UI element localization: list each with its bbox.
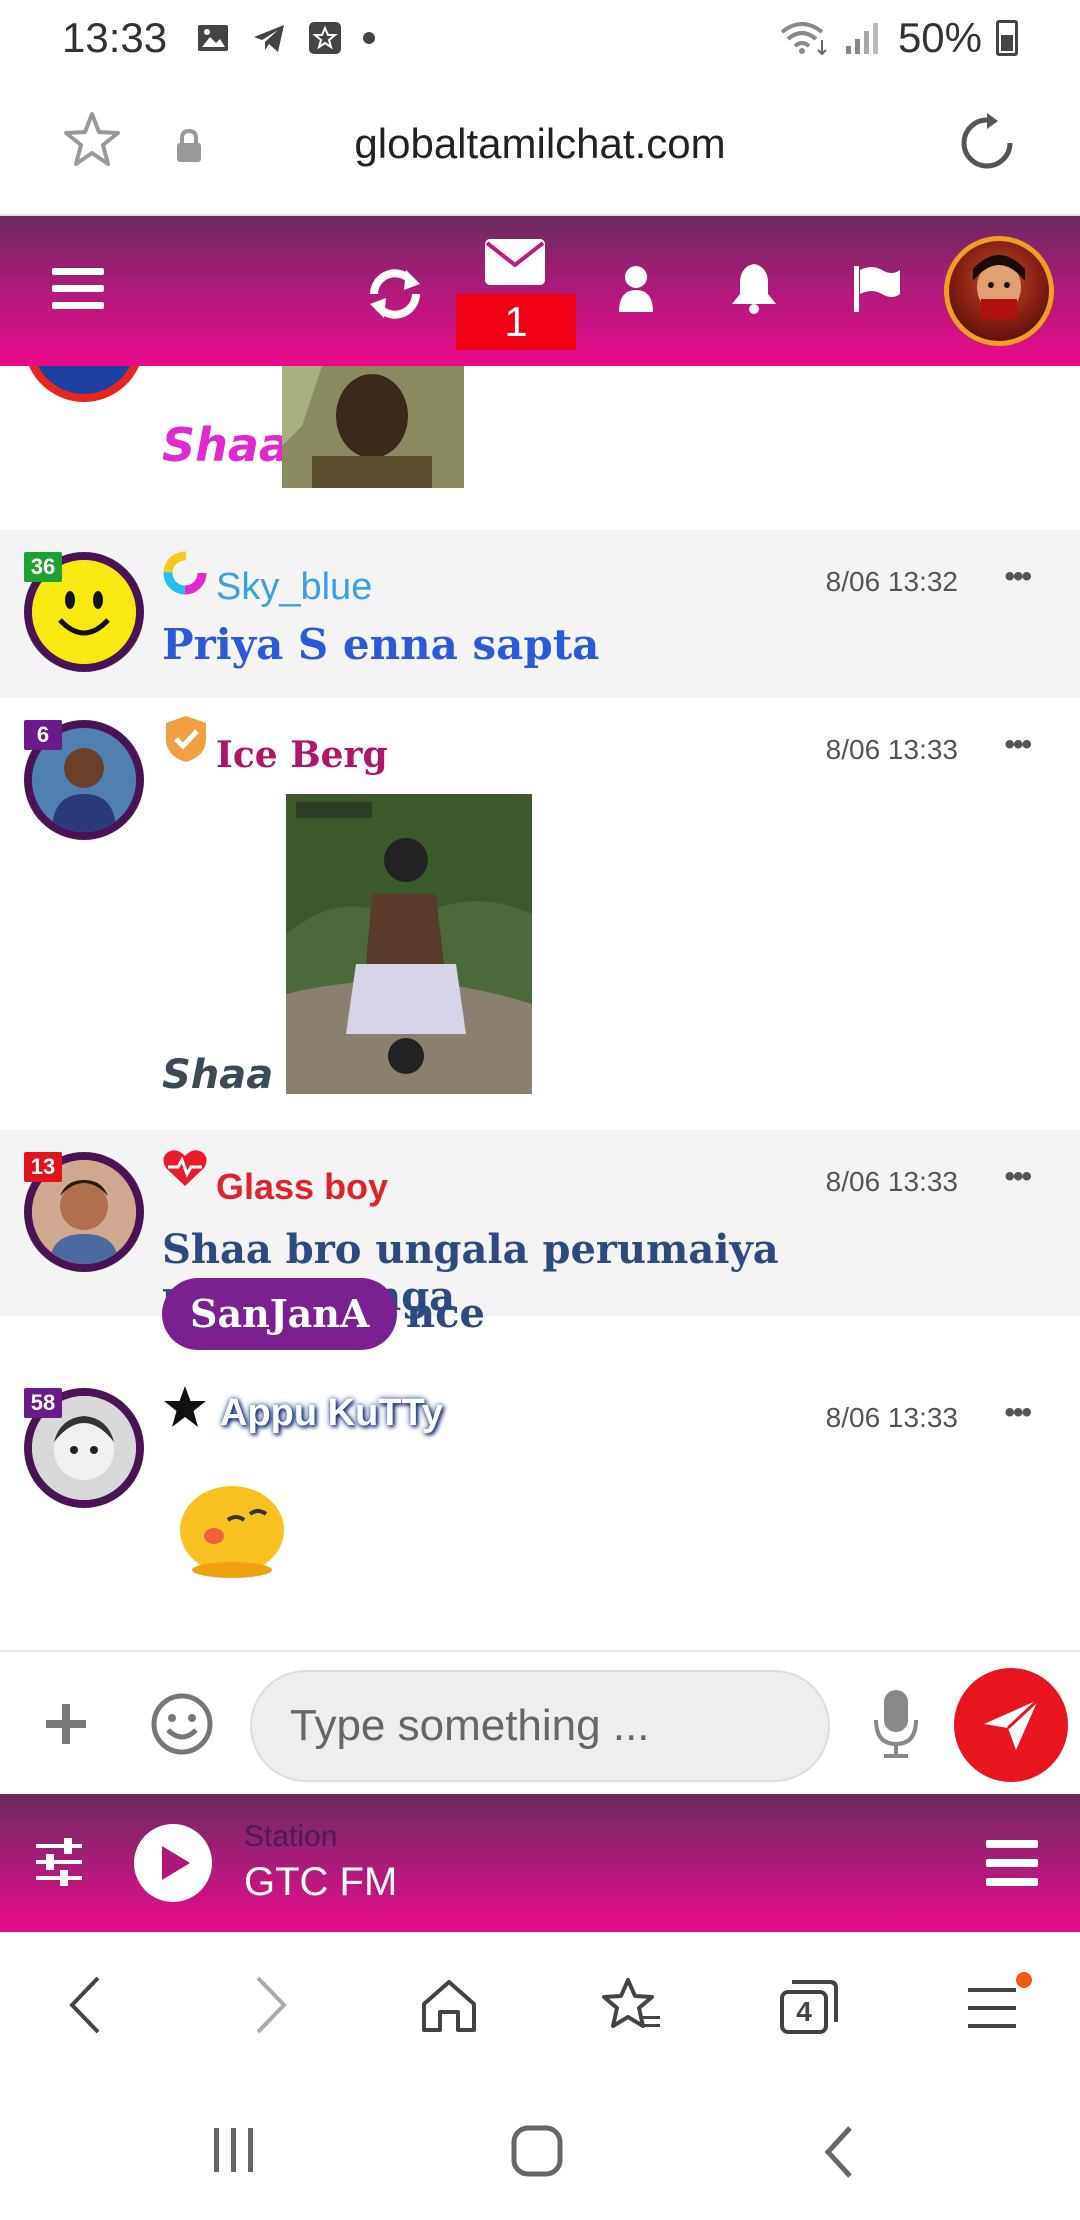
chat-message: 58 Appu KuTTy 8/06 13:33 ••• [0, 1386, 1080, 1650]
message-text: Shaa [162, 1052, 274, 1098]
more-options-icon[interactable]: ••• [1004, 1160, 1031, 1194]
message-time: 8/06 13:32 [825, 566, 958, 597]
reload-icon[interactable] [956, 112, 1018, 174]
user-avatar[interactable] [24, 366, 144, 402]
sticker-image[interactable] [174, 1474, 290, 1578]
rank-badge: 6 [24, 720, 62, 750]
bell-icon[interactable] [730, 262, 778, 314]
browser-nav-bar: 4 [0, 1932, 1080, 2082]
home-icon[interactable] [420, 1978, 478, 2034]
profile-avatar[interactable] [944, 236, 1054, 346]
bookmarks-icon[interactable] [600, 1976, 662, 2036]
gif-image[interactable] [282, 366, 464, 488]
url-text[interactable]: globaltamilchat.com [0, 120, 1080, 168]
more-options-icon[interactable]: ••• [1004, 1396, 1031, 1430]
forward-arrow-icon[interactable] [254, 1974, 290, 2036]
radio-player-bar: Station GTC FM [0, 1794, 1080, 1932]
gallery-icon [198, 25, 229, 51]
status-bar: 13:33 50% [0, 0, 1080, 76]
back-arrow-icon[interactable] [66, 1974, 102, 2036]
rank-badge: 58 [24, 1388, 62, 1418]
tabs-button[interactable]: 4 [780, 1980, 838, 2034]
message-time: 8/06 13:33 [825, 1166, 958, 1197]
station-label: Station [244, 1820, 338, 1853]
message-time: 8/06 13:33 [825, 1402, 958, 1433]
ring-status-icon [163, 551, 207, 595]
user-mention-chip[interactable]: SanJanA [162, 1278, 398, 1350]
send-icon [984, 1698, 1040, 1750]
wifi-icon [780, 22, 827, 56]
username[interactable]: Ice Berg [216, 734, 388, 776]
browser-menu-icon[interactable] [964, 1972, 1032, 2036]
rank-badge: 13 [24, 1152, 62, 1182]
send-button[interactable] [954, 1668, 1068, 1782]
message-input-bar: Type something ... [0, 1650, 1080, 1794]
mail-icon[interactable] [484, 238, 546, 286]
play-button[interactable] [134, 1824, 212, 1902]
battery-percent: 50% [897, 14, 982, 61]
station-name: GTC FM [244, 1860, 398, 1904]
home-button-icon[interactable] [510, 2124, 564, 2178]
message-input[interactable]: Type something ... [250, 1670, 830, 1782]
app-star-icon [309, 22, 342, 54]
plus-icon[interactable] [44, 1702, 88, 1746]
chat-message: 6 Ice Berg 8/06 13:33 ••• Shaa [0, 698, 1080, 1130]
play-icon [162, 1846, 190, 1880]
recent-apps-icon[interactable] [210, 2126, 258, 2174]
telegram-icon [254, 25, 285, 52]
user-icon[interactable] [618, 266, 654, 312]
emoji-icon[interactable] [150, 1692, 214, 1756]
message-text: Priya S enna sapta [162, 620, 600, 669]
system-nav-bar [0, 2082, 1080, 2220]
system-back-icon[interactable] [822, 2124, 854, 2180]
message-text-continued: nce [406, 1290, 485, 1337]
profile-avatar-image [973, 255, 1025, 319]
username[interactable]: Sky_blue [216, 566, 372, 609]
notification-dot-icon [363, 32, 376, 44]
chat-message: 36 Sky_blue 8/06 13:32 ••• Priya S enna … [0, 530, 1080, 698]
username[interactable]: Glass boy [216, 1166, 388, 1208]
app-header: 1 [0, 216, 1080, 366]
gif-image[interactable] [286, 794, 532, 1094]
tabs-count: 4 [796, 1996, 812, 2027]
username[interactable]: Appu KuTTy [220, 1392, 443, 1435]
chat-message: Shaa [0, 366, 1080, 530]
radio-menu-icon[interactable] [986, 1840, 1038, 1886]
microphone-icon[interactable] [872, 1688, 920, 1760]
chat-feed[interactable]: Shaa 36 Sky_blue 8/06 13:32 ••• Priya S … [0, 366, 1080, 1650]
refresh-icon[interactable] [362, 266, 428, 322]
shield-check-icon [166, 716, 206, 762]
browser-url-bar: globaltamilchat.com [0, 76, 1080, 216]
more-options-icon[interactable]: ••• [1004, 728, 1031, 762]
message-text: Shaa [162, 418, 290, 472]
message-time: 8/06 13:33 [825, 734, 958, 765]
chat-message: 13 Glass boy 8/06 13:33 ••• Shaa bro ung… [0, 1130, 1080, 1350]
menu-icon[interactable] [52, 268, 104, 319]
signal-icon [845, 23, 878, 54]
more-options-icon[interactable]: ••• [1004, 560, 1031, 594]
status-time: 13:33 [62, 14, 168, 61]
rank-badge: 36 [24, 552, 62, 582]
battery-icon [996, 20, 1018, 56]
mail-count-badge[interactable]: 1 [456, 294, 576, 350]
flag-icon[interactable] [852, 264, 902, 314]
star-icon [164, 1386, 206, 1427]
heartbeat-icon [163, 1150, 207, 1186]
equalizer-settings-icon[interactable] [34, 1838, 84, 1886]
